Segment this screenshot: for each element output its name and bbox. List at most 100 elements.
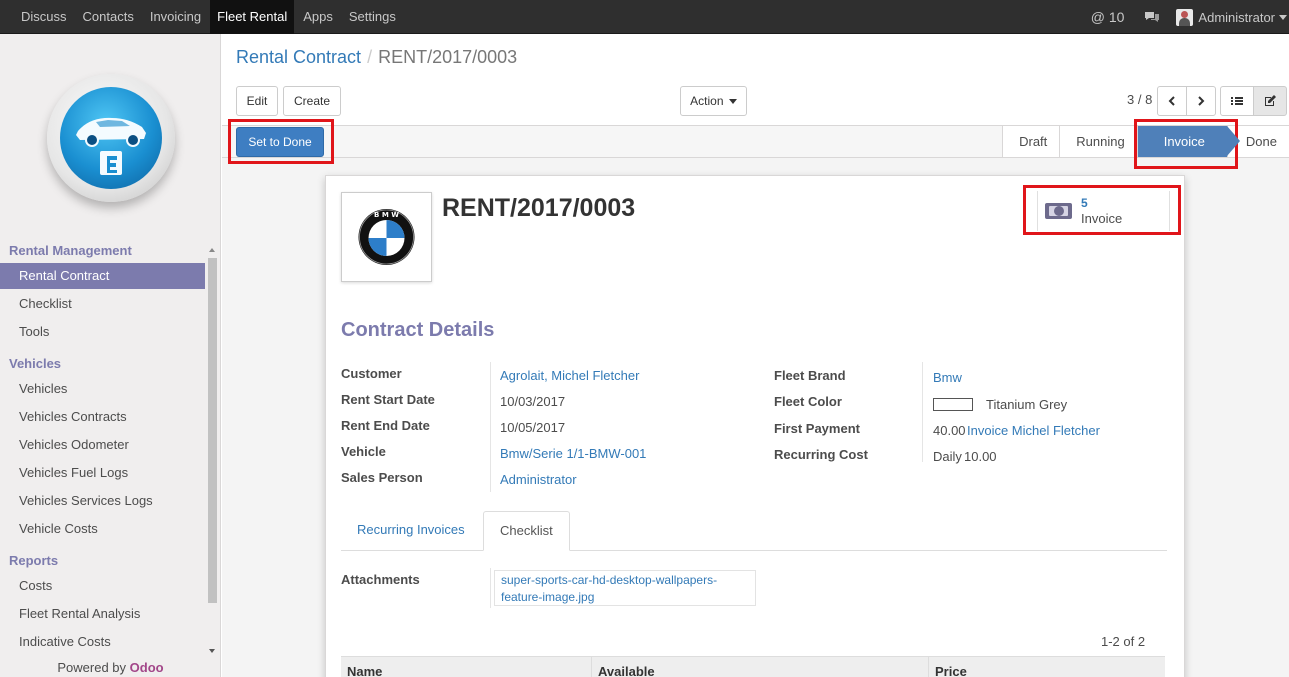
vehicle-label: Vehicle [341, 444, 386, 459]
form-sheet: B M W RENT/2017/0003 5 Invoice Contract … [325, 175, 1185, 677]
column-name[interactable]: Name [341, 657, 591, 677]
recurring-amount[interactable]: 10.00 [964, 449, 997, 464]
attachments-label: Attachments [341, 572, 420, 587]
chevron-right-icon [1198, 96, 1205, 106]
sidebar-item-costs[interactable]: Costs [0, 573, 205, 599]
form-view-button[interactable] [1253, 86, 1287, 116]
menu-invoicing[interactable]: Invoicing [143, 0, 208, 34]
powered-by-text: Powered by [57, 660, 127, 675]
column-available[interactable]: Available [591, 657, 928, 677]
section-vehicles: Vehicles [9, 356, 62, 371]
menu-apps[interactable]: Apps [296, 0, 340, 34]
edit-button[interactable]: Edit [236, 86, 278, 116]
edit-form-icon [1265, 95, 1276, 106]
sidebar-item-vehicles[interactable]: Vehicles [0, 376, 205, 402]
sidebar: Rental Management Rental Contract Checkl… [0, 34, 221, 677]
sidebar-item-checklist[interactable]: Checklist [0, 291, 205, 317]
mentions-counter[interactable]: @ 10 [1091, 9, 1125, 25]
scroll-up-icon[interactable] [206, 246, 218, 254]
tab-checklist[interactable]: Checklist [483, 511, 570, 551]
rent-start-field[interactable]: 10/03/2017 [500, 394, 565, 409]
recurring-cost-label: Recurring Cost [774, 447, 868, 462]
user-name: Administrator [1198, 9, 1275, 25]
stage-draft[interactable]: Draft [1002, 126, 1060, 157]
create-button[interactable]: Create [283, 86, 341, 116]
pager-previous-button[interactable] [1157, 86, 1187, 116]
first-payment-amount[interactable]: 40.00 [933, 423, 966, 438]
sidebar-item-vehicles-fuel-logs[interactable]: Vehicles Fuel Logs [0, 460, 205, 486]
customer-field[interactable]: Agrolait, Michel Fletcher [500, 368, 639, 383]
attachment-name-line2: feature-image.jpg [501, 590, 595, 604]
sidebar-scrollbar[interactable] [206, 244, 218, 659]
powered-by: Powered by Odoo [0, 659, 221, 677]
field-divider [490, 362, 491, 492]
field-divider [490, 568, 491, 608]
pager-value[interactable]: 3 / 8 [1127, 92, 1152, 107]
color-swatch [933, 398, 973, 411]
vehicle-image[interactable]: B M W [341, 192, 432, 282]
menu-fleet-rental[interactable]: Fleet Rental [210, 0, 295, 34]
customer-label: Customer [341, 366, 402, 381]
sidebar-item-rental-contract[interactable]: Rental Contract [0, 263, 205, 289]
attachment-link[interactable]: super-sports-car-hd-desktop-wallpapers- … [494, 570, 756, 606]
form-area: B M W RENT/2017/0003 5 Invoice Contract … [222, 158, 1289, 677]
set-to-done-button[interactable]: Set to Done [236, 127, 324, 157]
sales-person-label: Sales Person [341, 470, 423, 485]
section-rental-management: Rental Management [9, 243, 132, 258]
list-view-button[interactable] [1220, 86, 1254, 116]
vehicle-field[interactable]: Bmw/Serie 1/1-BMW-001 [500, 446, 646, 461]
status-bar: Set to Done Draft Running Invoice Done [222, 126, 1289, 158]
menu-discuss[interactable]: Discuss [14, 0, 74, 34]
first-payment-label: First Payment [774, 421, 860, 436]
action-label: Action [690, 94, 724, 108]
app-menu: Discuss Contacts Invoicing Fleet Rental … [14, 0, 405, 34]
pager-next-button[interactable] [1186, 86, 1216, 116]
attachment-name-line1: super-sports-car-hd-desktop-wallpapers- [501, 573, 718, 587]
money-icon [1045, 203, 1072, 219]
list-icon [1231, 97, 1243, 105]
stage-invoice[interactable]: Invoice [1136, 126, 1240, 157]
sales-person-field[interactable]: Administrator [500, 472, 577, 487]
invoice-smart-button[interactable]: 5 Invoice [1037, 191, 1170, 231]
sidebar-item-fleet-rental-analysis[interactable]: Fleet Rental Analysis [0, 601, 205, 627]
fleet-color-field[interactable]: Titanium Grey [986, 397, 1067, 412]
scroll-down-icon[interactable] [206, 647, 218, 655]
sidebar-item-vehicles-services-logs[interactable]: Vehicles Services Logs [0, 488, 205, 514]
odoo-link[interactable]: Odoo [130, 660, 164, 675]
records-counter: 1-2 of 2 [1101, 634, 1146, 649]
bmw-logo-icon: B M W [358, 209, 415, 265]
chevron-left-icon [1168, 96, 1175, 106]
rent-end-field[interactable]: 10/05/2017 [500, 420, 565, 435]
breadcrumb: Rental Contract / RENT/2017/0003 [236, 47, 518, 67]
sidebar-item-indicative-costs[interactable]: Indicative Costs [0, 629, 205, 655]
fleet-color-label: Fleet Color [774, 394, 842, 409]
scrollbar-thumb[interactable] [208, 258, 217, 603]
breadcrumb-parent[interactable]: Rental Contract [236, 47, 361, 67]
stage-invoice-label: Invoice [1163, 134, 1205, 149]
menu-settings[interactable]: Settings [342, 0, 403, 34]
fleet-brand-field[interactable]: Bmw [933, 370, 962, 385]
section-reports: Reports [9, 553, 59, 568]
recurring-period[interactable]: Daily [933, 449, 962, 464]
user-menu[interactable]: Administrator [1176, 8, 1287, 26]
control-panel: Rental Contract / RENT/2017/0003 Edit Crea… [222, 34, 1289, 126]
chat-icon[interactable] [1144, 11, 1160, 23]
stage-running[interactable]: Running [1059, 126, 1137, 157]
sidebar-item-vehicle-costs[interactable]: Vehicle Costs [0, 516, 205, 542]
sidebar-item-vehicles-contracts[interactable]: Vehicles Contracts [0, 404, 205, 430]
car-logo-icon [76, 117, 146, 175]
rent-end-label: Rent End Date [341, 418, 430, 433]
action-dropdown[interactable]: Action [680, 86, 747, 116]
rent-start-label: Rent Start Date [341, 392, 435, 407]
sidebar-item-vehicles-odometer[interactable]: Vehicles Odometer [0, 432, 205, 458]
stage-indicator: Draft Running Invoice Done [1002, 126, 1289, 157]
sidebar-item-tools[interactable]: Tools [0, 319, 205, 345]
fleet-brand-label: Fleet Brand [774, 368, 846, 383]
first-payment-invoice[interactable]: Invoice Michel Fletcher [967, 423, 1100, 438]
column-price[interactable]: Price [928, 657, 1165, 677]
tab-recurring-invoices[interactable]: Recurring Invoices [341, 511, 481, 551]
menu-contacts[interactable]: Contacts [76, 0, 141, 34]
invoice-count-label: Invoice [1081, 211, 1123, 226]
section-heading: Contract Details [341, 319, 495, 341]
checklist-table-header: Name Available Price [341, 656, 1165, 677]
